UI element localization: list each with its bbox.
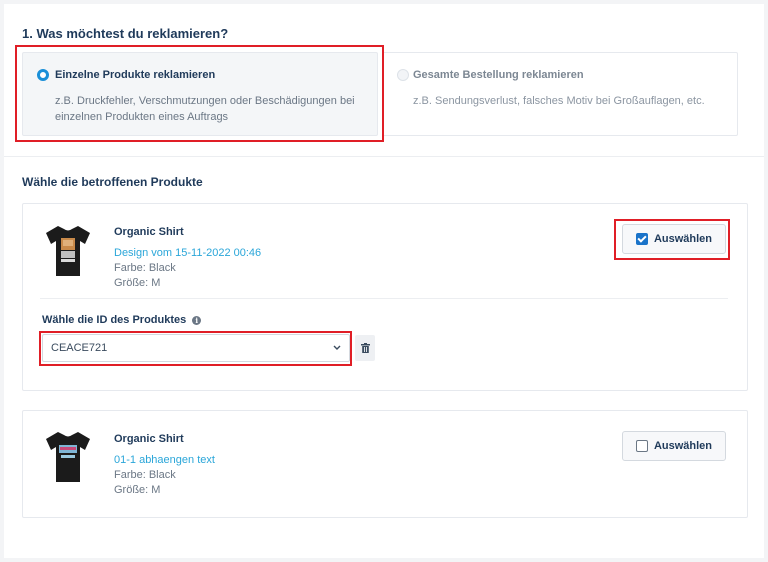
highlight-option-box [15, 45, 384, 142]
option-whole-desc: z.B. Sendungsverlust, falsches Motiv bei… [413, 95, 705, 107]
select-product-button[interactable]: Auswählen [622, 431, 726, 461]
product-id-label-row: Wähle die ID des Produktes i [42, 314, 202, 326]
step1-title: 1. Was möchtest du reklamieren? [22, 26, 229, 41]
checkbox-unchecked-icon[interactable] [635, 440, 648, 452]
info-icon[interactable]: i [192, 315, 202, 325]
tshirt-product-image [46, 226, 90, 276]
product-name: Organic Shirt [114, 433, 184, 445]
delete-id-button[interactable] [355, 335, 375, 361]
select-button-label: Auswählen [653, 440, 713, 452]
product-design-link[interactable]: 01-1 abhaengen text [114, 454, 215, 466]
highlight-id-select-box [39, 331, 352, 366]
section-divider [4, 156, 764, 157]
option-whole-title: Gesamte Bestellung reklamieren [413, 69, 584, 81]
product-divider [40, 298, 728, 299]
products-section-title: Wähle die betroffenen Produkte [22, 175, 203, 189]
product-size: Größe: M [114, 484, 161, 496]
highlight-select-box [614, 219, 730, 260]
product-color: Farbe: Black [114, 262, 176, 274]
product-id-label: Wähle die ID des Produktes [42, 314, 187, 326]
product-name: Organic Shirt [114, 226, 184, 238]
option-whole-order[interactable]: Gesamte Bestellung reklamieren z.B. Send… [382, 52, 738, 136]
trash-icon [360, 343, 370, 353]
radio-unselected-icon[interactable] [397, 69, 409, 81]
tshirt-product-image [46, 432, 90, 482]
product-color: Farbe: Black [114, 469, 176, 481]
product-size: Größe: M [114, 277, 161, 289]
product-design-link[interactable]: Design vom 15-11-2022 00:46 [114, 247, 261, 259]
